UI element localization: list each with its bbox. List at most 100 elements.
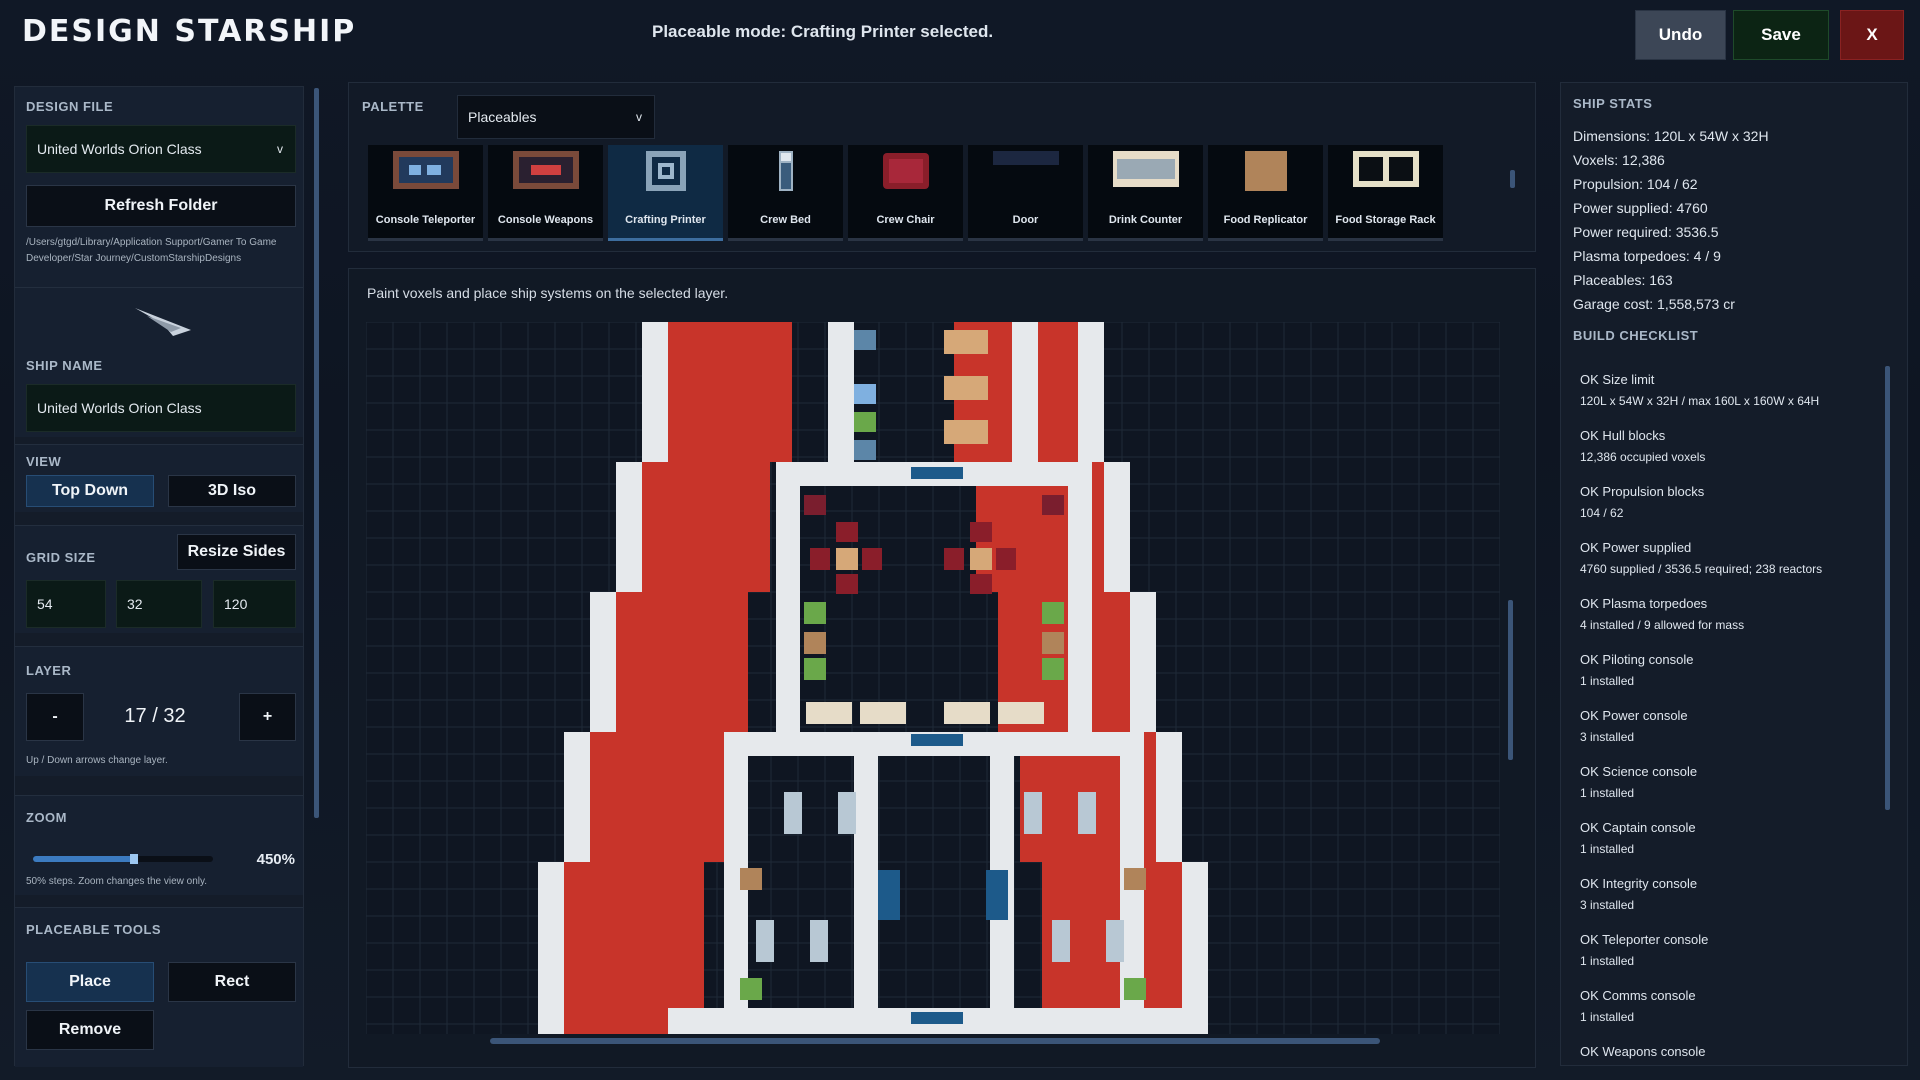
hull-wall-right: [1156, 732, 1182, 862]
checklist-item-title: OK Propulsion blocks: [1580, 484, 1705, 499]
ship-design-canvas[interactable]: [366, 322, 1500, 1034]
checklist-item-title: OK Comms console: [1580, 988, 1696, 1003]
design-file-select[interactable]: United Worlds Orion Class v: [26, 125, 296, 173]
palette-item[interactable]: Drink Counter: [1088, 145, 1203, 241]
palette-item-name: Drink Counter: [1108, 214, 1183, 226]
palette-item[interactable]: Crew Chair: [848, 145, 963, 241]
placeable: [804, 632, 826, 654]
placeable: [810, 920, 828, 962]
grid-length-input[interactable]: 120: [213, 580, 296, 628]
close-button[interactable]: X: [1840, 10, 1904, 60]
zoom-value: 450%: [256, 851, 295, 868]
checklist-item-detail: 104 / 62: [1580, 506, 1624, 520]
placeable: [740, 868, 762, 890]
placeable: [860, 702, 906, 724]
refresh-folder-button[interactable]: Refresh Folder: [26, 185, 296, 227]
hull-wall-left: [590, 592, 616, 732]
placeable: [1106, 920, 1124, 962]
placeable: [756, 920, 774, 962]
grid-height-input[interactable]: 32: [116, 580, 202, 628]
grid-size-label: GRID SIZE: [26, 550, 96, 565]
ship-name-section: SHIP NAME United Worlds Orion Class: [15, 287, 303, 437]
checklist-item-title: OK Teleporter console: [1580, 932, 1709, 947]
hull-wall-right: [1104, 462, 1130, 592]
palette-item[interactable]: Crew Bed: [728, 145, 843, 241]
placeable: [836, 548, 858, 570]
undo-button[interactable]: Undo: [1635, 10, 1726, 60]
layer-label: LAYER: [26, 663, 72, 678]
placeable: [1042, 632, 1064, 654]
design-folder-path: /Users/gtgd/Library/Application Support/…: [26, 237, 277, 264]
tool-rect-button[interactable]: Rect: [168, 962, 296, 1002]
starship-preview-icon: [135, 308, 191, 336]
zoom-hint: 50% steps. Zoom changes the view only.: [26, 876, 208, 887]
hull-red-left: [590, 732, 726, 862]
hull-red-left: [616, 592, 748, 732]
palette-item[interactable]: Food Storage Rack: [1328, 145, 1443, 241]
zoom-slider[interactable]: [33, 854, 213, 864]
palette-item[interactable]: Crafting Printer: [608, 145, 723, 241]
door-icon: [992, 151, 1059, 165]
save-button[interactable]: Save: [1733, 10, 1829, 60]
checklist-item-title: OK Science console: [1580, 764, 1698, 779]
palette-item[interactable]: Console Weapons: [488, 145, 603, 241]
checklist-item-detail: 12,386 occupied voxels: [1580, 450, 1706, 464]
placeable: [740, 978, 762, 1000]
inner-wall: [854, 756, 878, 1034]
design-file-label: DESIGN FILE: [26, 99, 114, 114]
palette-category-value: Placeables: [468, 109, 537, 125]
palette-item[interactable]: Console Teleporter: [368, 145, 483, 241]
hull-red-left: [642, 462, 770, 592]
zoom-slider-handle[interactable]: [129, 854, 138, 864]
placeable: [970, 574, 992, 594]
checklist-item-title: OK Plasma torpedoes: [1580, 596, 1708, 611]
hull-wall-left: [616, 462, 642, 592]
checklist-item-detail: 3 installed: [1580, 898, 1635, 912]
placeable: [986, 870, 1008, 920]
checklist-item-title: OK Hull blocks: [1580, 428, 1666, 443]
console-weapons-icon: [512, 151, 579, 189]
ship-stat-line: Garage cost: 1,558,573 cr: [1573, 296, 1735, 312]
tool-place-button[interactable]: Place: [26, 962, 154, 1002]
canvas-vertical-scrollbar[interactable]: [1508, 600, 1513, 760]
placeable: [804, 602, 826, 624]
placeable: [878, 870, 900, 920]
tool-remove-button[interactable]: Remove: [26, 1010, 154, 1050]
ship-stats-label: SHIP STATS: [1573, 96, 1653, 111]
ship-stat-line: Dimensions: 120L x 54W x 32H: [1573, 128, 1769, 144]
palette-label: PALETTE: [362, 99, 424, 114]
inner-wall: [828, 322, 854, 462]
palette-item-name: Crafting Printer: [625, 214, 706, 226]
canvas-horizontal-scrollbar[interactable]: [490, 1038, 1380, 1044]
placeable: [810, 548, 830, 570]
placeable: [806, 702, 852, 724]
checklist-scrollbar[interactable]: [1885, 366, 1890, 810]
checklist-item-title: OK Power console: [1580, 708, 1688, 723]
view-top-down-button[interactable]: Top Down: [26, 475, 154, 507]
resize-sides-button[interactable]: Resize Sides: [177, 534, 296, 570]
ship-stat-line: Placeables: 163: [1573, 272, 1673, 288]
placeable: [838, 792, 856, 834]
food-storage-rack-icon: [1352, 151, 1419, 187]
left-panel-scrollbar[interactable]: [314, 88, 319, 818]
layer-down-button[interactable]: -: [26, 693, 84, 741]
grid-width-input[interactable]: 54: [26, 580, 106, 628]
ship-name-input[interactable]: United Worlds Orion Class: [26, 384, 296, 432]
placeable: [854, 330, 876, 350]
grid-length-value: 120: [224, 596, 248, 612]
inner-wall: [1068, 486, 1092, 756]
ship-stat-line: Power supplied: 4760: [1573, 200, 1708, 216]
palette-category-select[interactable]: Placeables v: [457, 95, 655, 139]
view-3d-iso-button[interactable]: 3D Iso: [168, 475, 296, 507]
grid-size-section: GRID SIZE Resize Sides 54 32 120: [15, 525, 303, 633]
palette-scrollbar[interactable]: [1510, 170, 1515, 188]
checklist-item-detail: 120L x 54W x 32H / max 160L x 160W x 64H: [1580, 394, 1820, 408]
view-label: VIEW: [26, 454, 62, 469]
ship-name-value: United Worlds Orion Class: [37, 400, 202, 416]
placeable: [836, 574, 858, 594]
palette-item[interactable]: Door: [968, 145, 1083, 241]
corridor-door: [911, 467, 963, 479]
layer-up-button[interactable]: +: [239, 693, 296, 741]
checklist-item-detail: 1 installed: [1580, 786, 1635, 800]
palette-item[interactable]: Food Replicator: [1208, 145, 1323, 241]
